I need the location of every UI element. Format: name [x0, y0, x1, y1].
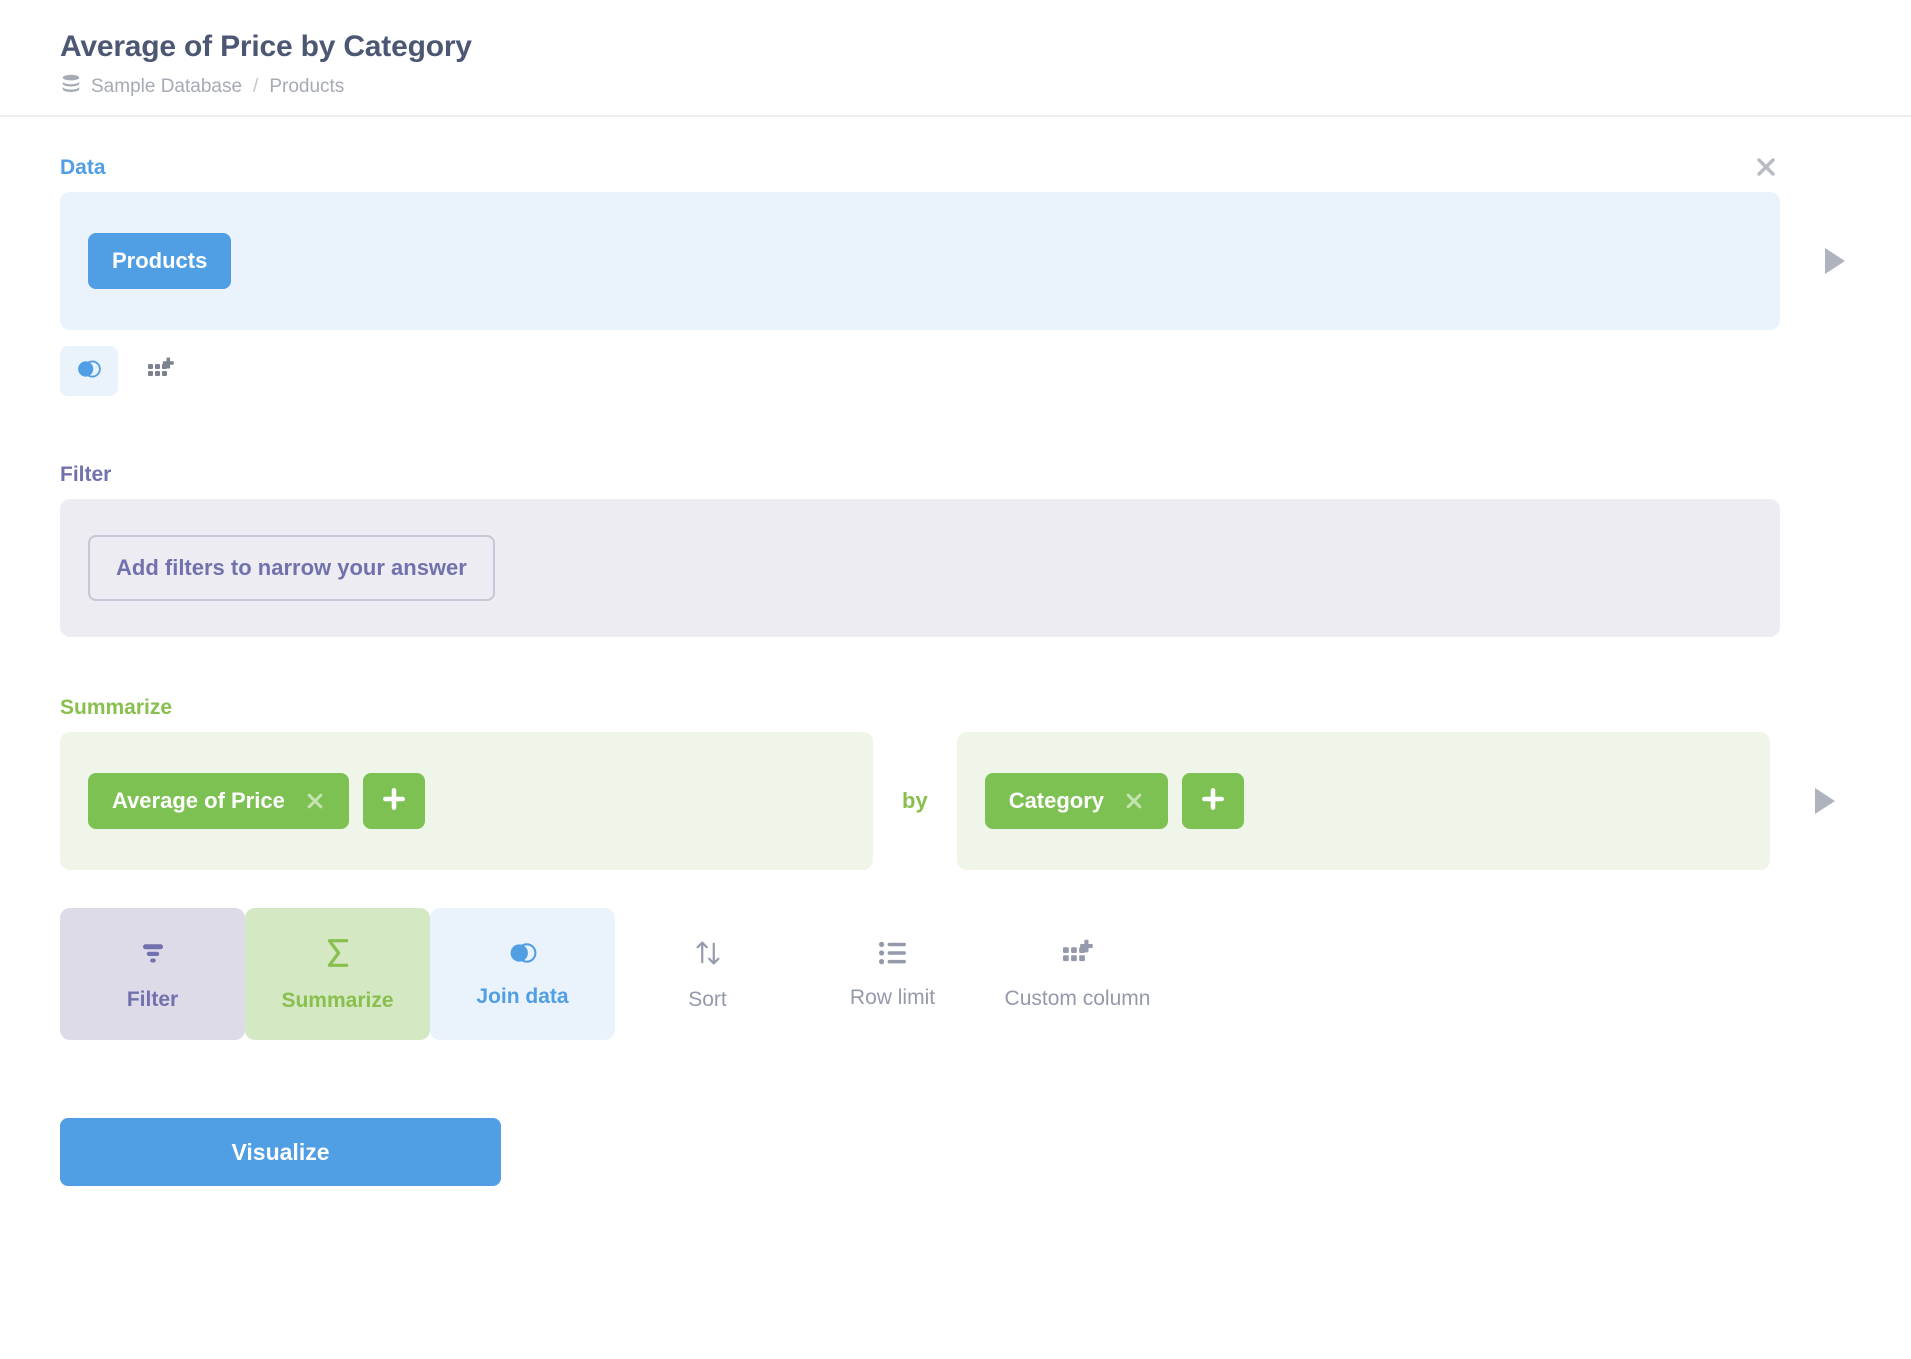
- add-breakout-button[interactable]: [1182, 773, 1244, 829]
- action-summarize[interactable]: Summarize: [245, 908, 430, 1040]
- add-aggregation-button[interactable]: [363, 773, 425, 829]
- action-filter-label: Filter: [127, 989, 178, 1010]
- breadcrumb: Sample Database / Products: [60, 73, 1911, 101]
- summarize-step: Summarize Average of Price: [60, 697, 1911, 870]
- action-join-data-label: Join data: [476, 986, 568, 1007]
- remove-breakout-icon[interactable]: [1124, 791, 1144, 811]
- list-icon: [879, 940, 907, 971]
- spacer: [60, 637, 1911, 697]
- notebook-editor: Data Products: [0, 117, 1911, 1186]
- data-step-extra-actions: [60, 346, 1911, 396]
- custom-column-mini-button[interactable]: [132, 346, 190, 396]
- data-source-card: Products: [60, 192, 1780, 330]
- custom-column-icon: [1063, 939, 1093, 972]
- filter-step: Filter Add filters to narrow your answer: [60, 464, 1911, 637]
- data-table-chip[interactable]: Products: [88, 233, 231, 289]
- breakout-chip-label: Category: [1009, 790, 1104, 812]
- custom-column-icon: [148, 357, 174, 386]
- filter-step-label: Filter: [60, 464, 1911, 485]
- action-custom-column[interactable]: Custom column: [985, 908, 1170, 1040]
- join-icon: [507, 941, 539, 970]
- summarize-breakout-card: Category: [957, 732, 1770, 870]
- spacer: [60, 396, 1911, 464]
- plus-icon: [381, 786, 407, 817]
- remove-data-step-button[interactable]: [1752, 153, 1780, 181]
- action-row-limit-label: Row limit: [850, 987, 935, 1008]
- preview-summarize-button[interactable]: [1810, 784, 1840, 818]
- aggregation-chip[interactable]: Average of Price: [88, 773, 349, 829]
- summarize-by-label: by: [873, 788, 957, 814]
- breadcrumb-separator: /: [251, 76, 260, 98]
- filter-card: Add filters to narrow your answer: [60, 499, 1780, 637]
- action-custom-column-label: Custom column: [1005, 988, 1151, 1009]
- aggregation-chip-label: Average of Price: [112, 790, 285, 812]
- plus-icon: [1200, 786, 1226, 817]
- breadcrumb-database[interactable]: Sample Database: [91, 76, 242, 98]
- breakout-chip[interactable]: Category: [985, 773, 1168, 829]
- sigma-icon: [323, 937, 353, 974]
- action-summarize-label: Summarize: [281, 990, 393, 1011]
- action-join-data[interactable]: Join data: [430, 908, 615, 1040]
- action-sort-label: Sort: [688, 989, 727, 1010]
- visualize-button[interactable]: Visualize: [60, 1118, 501, 1186]
- action-sort[interactable]: Sort: [615, 908, 800, 1040]
- sort-arrows-icon: [693, 938, 723, 973]
- page-header: Average of Price by Category Sample Data…: [0, 0, 1911, 117]
- data-step: Data Products: [60, 157, 1911, 396]
- page-title: Average of Price by Category: [60, 30, 1911, 63]
- data-step-label: Data: [60, 157, 1911, 178]
- funnel-icon: [138, 938, 168, 973]
- action-filter[interactable]: Filter: [60, 908, 245, 1040]
- remove-aggregation-icon[interactable]: [305, 791, 325, 811]
- join-icon: [75, 359, 103, 384]
- add-filter-button[interactable]: Add filters to narrow your answer: [88, 535, 495, 601]
- breadcrumb-table[interactable]: Products: [269, 76, 344, 98]
- action-row-limit[interactable]: Row limit: [800, 908, 985, 1040]
- database-icon: [60, 73, 82, 101]
- join-data-mini-button[interactable]: [60, 346, 118, 396]
- summarize-metric-card: Average of Price: [60, 732, 873, 870]
- preview-data-button[interactable]: [1820, 244, 1850, 278]
- notebook-action-buttons: Filter Summarize Join data: [60, 908, 1911, 1040]
- summarize-step-label: Summarize: [60, 697, 1911, 718]
